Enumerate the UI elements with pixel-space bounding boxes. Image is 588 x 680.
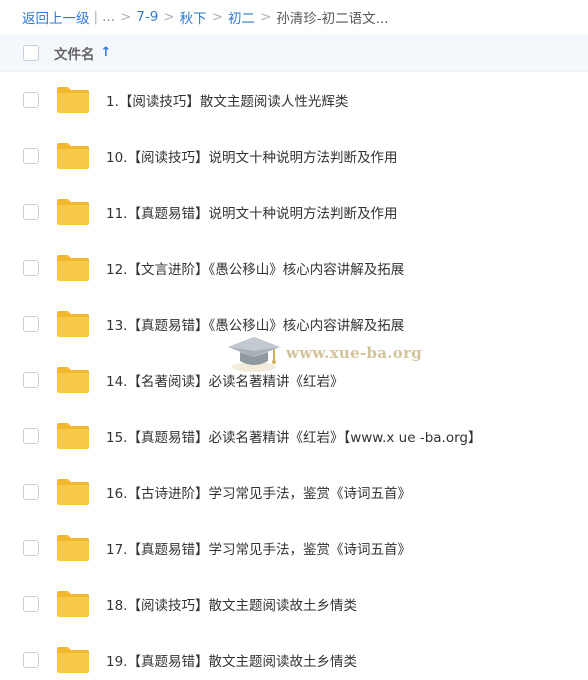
breadcrumb-current: 孙清珍-初二语文...: [276, 11, 389, 27]
breadcrumb: 返回上一级 | ... > 7-9 > 秋下 > 初二 > 孙清珍-初二语文..…: [0, 0, 588, 34]
file-row[interactable]: 1.【阅读技巧】散文主题阅读人性光辉类: [0, 72, 588, 128]
folder-icon: [57, 143, 89, 169]
breadcrumb-pipe: |: [93, 9, 99, 25]
breadcrumb-separator: >: [163, 9, 175, 25]
folder-icon: [57, 255, 89, 281]
file-name[interactable]: 19.【真题易错】散文主题阅读故土乡情类: [106, 650, 357, 670]
file-row[interactable]: 18.【阅读技巧】散文主题阅读故土乡情类: [0, 576, 588, 632]
row-checkbox[interactable]: [23, 484, 39, 500]
file-list: 1.【阅读技巧】散文主题阅读人性光辉类 10.【阅读技巧】说明文十种说明方法判断及…: [0, 72, 588, 680]
file-row[interactable]: 16.【古诗进阶】学习常见手法，鉴赏《诗词五首》: [0, 464, 588, 520]
file-name[interactable]: 14.【名著阅读】必读名著精讲《红岩》: [106, 370, 343, 390]
file-row[interactable]: 10.【阅读技巧】说明文十种说明方法判断及作用: [0, 128, 588, 184]
row-checkbox[interactable]: [23, 540, 39, 556]
folder-icon: [57, 367, 89, 393]
file-name[interactable]: 11.【真题易错】说明文十种说明方法判断及作用: [106, 202, 397, 222]
file-row[interactable]: 11.【真题易错】说明文十种说明方法判断及作用: [0, 184, 588, 240]
column-header-filename[interactable]: 文件名: [54, 43, 95, 63]
file-name[interactable]: 17.【真题易错】学习常见手法，鉴赏《诗词五首》: [106, 538, 411, 558]
file-row[interactable]: 15.【真题易错】必读名著精讲《红岩》【www.x ue -ba.org】: [0, 408, 588, 464]
row-checkbox[interactable]: [23, 428, 39, 444]
file-name[interactable]: 1.【阅读技巧】散文主题阅读人性光辉类: [106, 90, 348, 110]
breadcrumb-separator: >: [259, 9, 272, 25]
folder-icon: [57, 479, 89, 505]
folder-icon: [57, 311, 89, 337]
folder-icon: [57, 87, 89, 113]
breadcrumb-item-grade8[interactable]: 初二: [228, 7, 255, 27]
folder-icon: [57, 423, 89, 449]
row-checkbox[interactable]: [23, 260, 39, 276]
row-checkbox[interactable]: [23, 148, 39, 164]
row-checkbox[interactable]: [23, 372, 39, 388]
breadcrumb-ellipsis[interactable]: ...: [102, 9, 115, 25]
breadcrumb-separator: >: [211, 9, 223, 25]
file-row[interactable]: 19.【真题易错】散文主题阅读故土乡情类: [0, 632, 588, 680]
file-row[interactable]: 14.【名著阅读】必读名著精讲《红岩》: [0, 352, 588, 408]
select-all-checkbox[interactable]: [23, 44, 39, 61]
breadcrumb-separator: >: [119, 9, 132, 25]
sort-ascending-icon[interactable]: ↑: [101, 45, 112, 60]
folder-icon: [57, 591, 89, 617]
file-name[interactable]: 18.【阅读技巧】散文主题阅读故土乡情类: [106, 594, 357, 614]
row-checkbox[interactable]: [23, 596, 39, 612]
file-row[interactable]: 13.【真题易错】《愚公移山》核心内容讲解及拓展: [0, 296, 588, 352]
file-row[interactable]: 17.【真题易错】学习常见手法，鉴赏《诗词五首》: [0, 520, 588, 576]
file-name[interactable]: 16.【古诗进阶】学习常见手法，鉴赏《诗词五首》: [106, 482, 411, 502]
row-checkbox[interactable]: [23, 652, 39, 668]
breadcrumb-item-autumn[interactable]: 秋下: [180, 7, 207, 27]
breadcrumb-item-7-9[interactable]: 7-9: [136, 9, 158, 25]
file-name[interactable]: 12.【文言进阶】《愚公移山》核心内容讲解及拓展: [106, 258, 404, 278]
file-name[interactable]: 13.【真题易错】《愚公移山》核心内容讲解及拓展: [106, 314, 404, 334]
back-link[interactable]: 返回上一级: [22, 7, 90, 27]
folder-icon: [57, 535, 89, 561]
file-list-header: 文件名 ↑: [0, 34, 588, 72]
file-name[interactable]: 15.【真题易错】必读名著精讲《红岩》【www.x ue -ba.org】: [106, 426, 481, 446]
folder-icon: [57, 647, 89, 673]
folder-icon: [57, 199, 89, 225]
file-row[interactable]: 12.【文言进阶】《愚公移山》核心内容讲解及拓展: [0, 240, 588, 296]
row-checkbox[interactable]: [23, 204, 39, 220]
row-checkbox[interactable]: [23, 92, 39, 108]
file-name[interactable]: 10.【阅读技巧】说明文十种说明方法判断及作用: [106, 146, 397, 166]
row-checkbox[interactable]: [23, 316, 39, 332]
